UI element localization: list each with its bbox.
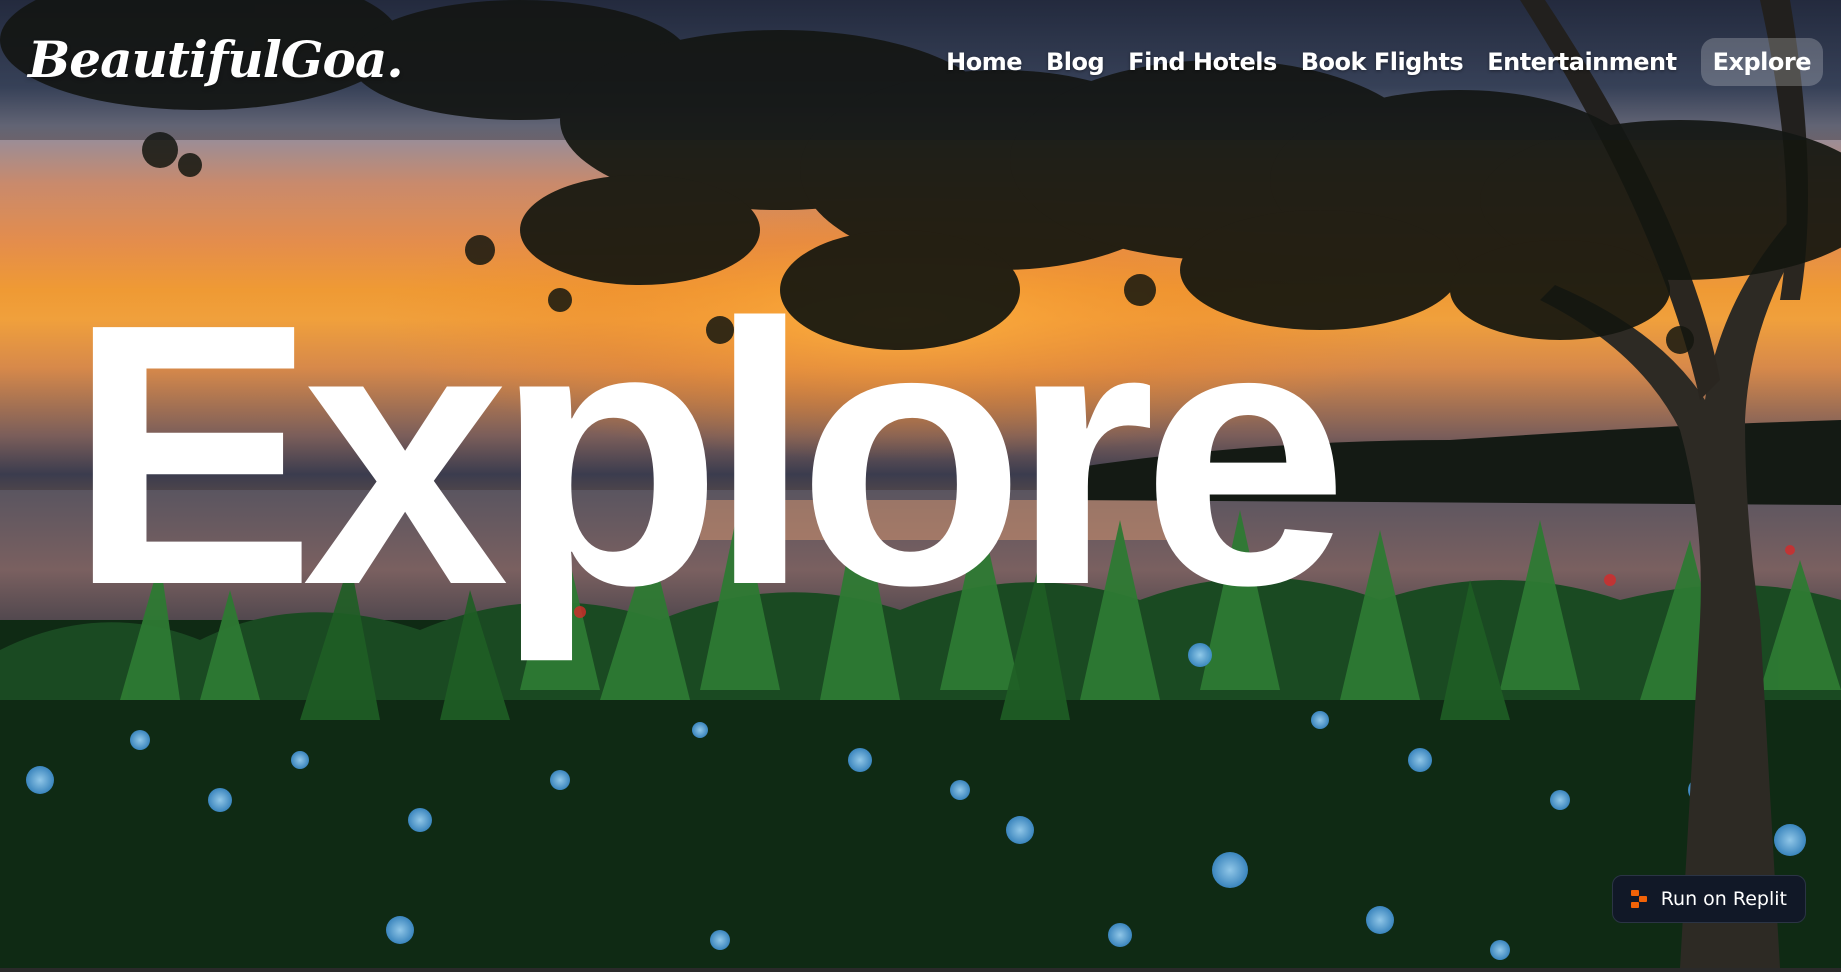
nav-item-home[interactable]: Home	[946, 48, 1022, 76]
hero-headline: Explore	[68, 246, 1348, 662]
hero-section: BeautifulGoa. Home Blog Find Hotels Book…	[0, 0, 1841, 968]
navbar: BeautifulGoa. Home Blog Find Hotels Book…	[0, 0, 1841, 140]
nav-item-book-flights[interactable]: Book Flights	[1301, 48, 1464, 76]
nav-item-blog[interactable]: Blog	[1046, 48, 1105, 76]
brand-logo[interactable]: BeautifulGoa.	[28, 30, 404, 89]
nav-links: Home Blog Find Hotels Book Flights Enter…	[946, 38, 1823, 86]
explore-button[interactable]: Explore	[1700, 38, 1823, 86]
replit-icon	[1630, 890, 1647, 908]
replit-label: Run on Replit	[1660, 888, 1787, 910]
nav-item-find-hotels[interactable]: Find Hotels	[1128, 48, 1277, 76]
run-on-replit-button[interactable]: Run on Replit	[1611, 875, 1806, 923]
nav-item-entertainment[interactable]: Entertainment	[1487, 48, 1677, 76]
bottom-border	[0, 968, 1841, 972]
